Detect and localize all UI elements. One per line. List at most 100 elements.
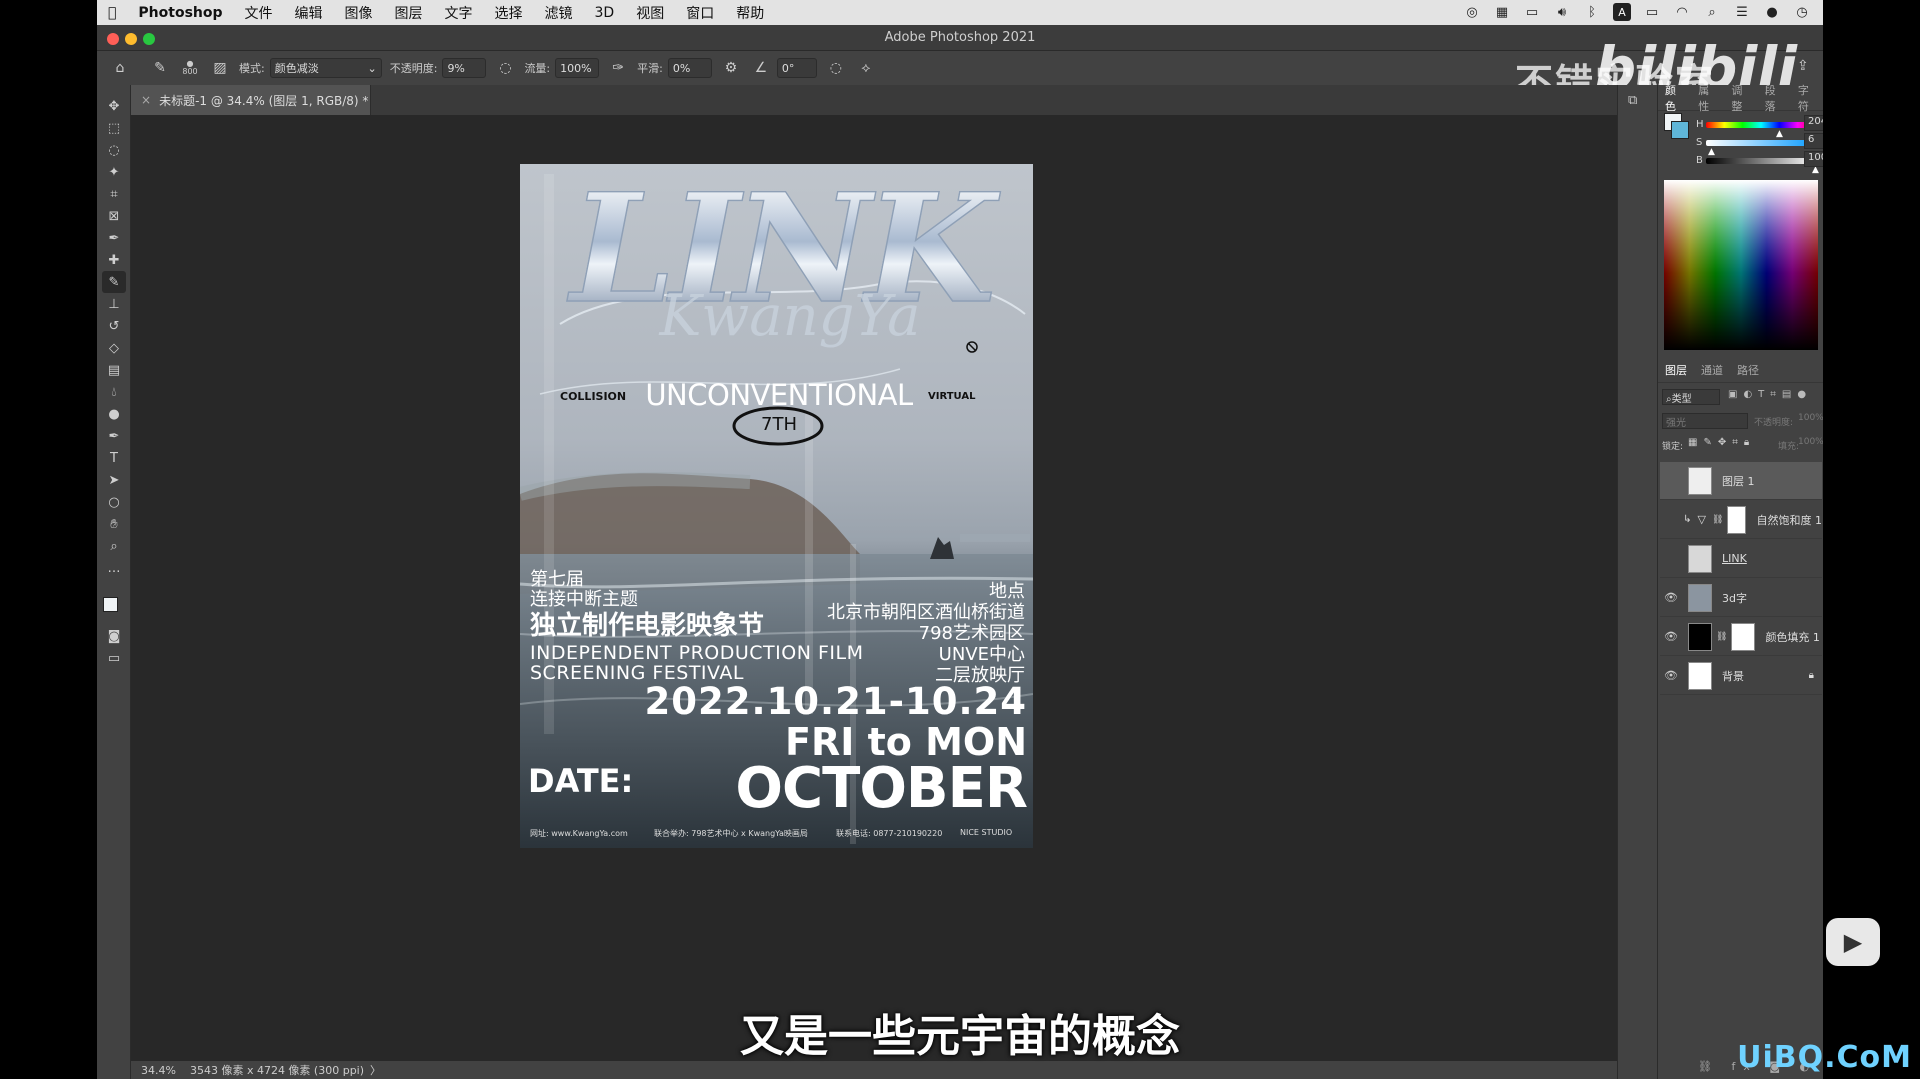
tab-adjustments[interactable]: 调整: [1724, 82, 1757, 114]
layer-opacity-field[interactable]: 100%: [1798, 413, 1823, 429]
gradient-tool-icon[interactable]: ▤: [102, 359, 126, 381]
clone-stamp-tool-icon[interactable]: ⊥: [102, 293, 126, 315]
layer-row[interactable]: 👁︎ 3d字: [1660, 579, 1822, 617]
tab-properties[interactable]: 属性: [1691, 82, 1724, 114]
tab-channels[interactable]: 通道: [1694, 362, 1730, 378]
healing-brush-tool-icon[interactable]: ✚: [102, 249, 126, 271]
home-icon[interactable]: ⌂: [109, 57, 131, 79]
menu-edit[interactable]: 编辑: [284, 3, 334, 23]
layer-blend-mode-select[interactable]: 强光: [1662, 413, 1748, 429]
airbrush-icon[interactable]: ✑: [607, 57, 629, 79]
history-panel-icon[interactable]: ⧉: [1628, 93, 1646, 111]
panel-background-swatch[interactable]: [1671, 121, 1689, 139]
eye-icon[interactable]: 👁︎: [1660, 669, 1682, 682]
menu-layer[interactable]: 图层: [384, 3, 434, 23]
lasso-tool-icon[interactable]: ◌: [102, 139, 126, 161]
angle-field[interactable]: 0°: [776, 58, 817, 78]
menu-window[interactable]: 窗口: [675, 3, 725, 23]
display-icon[interactable]: ▭: [1523, 3, 1541, 21]
menu-file[interactable]: 文件: [234, 3, 284, 23]
menu-image[interactable]: 图像: [334, 3, 384, 23]
b-value[interactable]: 100: [1804, 151, 1823, 167]
layer-name[interactable]: 图层 1: [1722, 473, 1755, 489]
fill-field[interactable]: 100%: [1798, 437, 1823, 447]
pressure-size-icon[interactable]: ◌: [825, 57, 847, 79]
flow-field[interactable]: 100%: [555, 58, 600, 78]
s-value[interactable]: 6: [1804, 133, 1823, 149]
poster-artwork[interactable]: LINK KwangYa COLLISION UNCONVENTIONAL VI…: [520, 164, 1033, 848]
layer-filter-select[interactable]: ⌕类型: [1662, 389, 1720, 405]
foreground-color-swatch[interactable]: [103, 597, 118, 612]
eraser-tool-icon[interactable]: ◇: [102, 337, 126, 359]
saturation-slider-thumb[interactable]: ▲: [1708, 147, 1715, 157]
ellipse-tool-icon[interactable]: ○: [102, 491, 126, 513]
layer-row[interactable]: 👁︎ ⛓ 颜色填充 1: [1660, 618, 1822, 656]
battery-icon[interactable]: ▭: [1643, 3, 1661, 21]
creative-cloud-icon[interactable]: ◎: [1463, 3, 1481, 21]
pen-tool-icon[interactable]: ✒: [102, 425, 126, 447]
document-tab[interactable]: × 未标题-1 @ 34.4% (图层 1, RGB/8) *: [131, 85, 371, 115]
tv-player-icon[interactable]: ▶: [1826, 918, 1880, 966]
minimize-window-button[interactable]: [125, 33, 137, 45]
blend-mode-select[interactable]: 颜色减淡 ⌄: [269, 58, 382, 78]
tab-paragraph[interactable]: 段落: [1758, 82, 1791, 114]
hand-tool-icon[interactable]: ✋︎: [102, 513, 126, 535]
brush-settings-icon[interactable]: ▨: [209, 57, 231, 79]
share-icon[interactable]: ⇪: [1797, 58, 1815, 76]
eyedropper-tool-icon[interactable]: ✒: [102, 227, 126, 249]
saturation-slider[interactable]: [1706, 140, 1816, 146]
frame-tool-icon[interactable]: ⊠: [102, 205, 126, 227]
layer-name[interactable]: 背景: [1722, 668, 1744, 684]
layer-name[interactable]: 自然饱和度 1: [1756, 512, 1822, 528]
tab-layers[interactable]: 图层: [1658, 362, 1694, 378]
magic-wand-tool-icon[interactable]: ✦: [102, 161, 126, 183]
smooth-field[interactable]: 0%: [667, 58, 712, 78]
tab-character[interactable]: 字符: [1791, 82, 1823, 114]
menu-type[interactable]: 文字: [434, 3, 484, 23]
menu-select[interactable]: 选择: [484, 3, 534, 23]
eye-icon[interactable]: 👁︎: [1660, 630, 1682, 643]
brush-size-picker[interactable]: ● 800: [179, 57, 201, 79]
zoom-tool-icon[interactable]: ⌕: [102, 535, 126, 557]
apple-icon[interactable]: : [97, 5, 127, 21]
blur-tool-icon[interactable]: 💧︎: [102, 381, 126, 403]
symmetry-icon[interactable]: ⟡: [855, 57, 877, 79]
layer-row[interactable]: LINK: [1660, 540, 1822, 578]
control-center-icon[interactable]: ☰: [1733, 3, 1751, 21]
history-brush-tool-icon[interactable]: ↺: [102, 315, 126, 337]
color-spectrum[interactable]: [1664, 180, 1818, 350]
layer-name[interactable]: 3d字: [1722, 590, 1747, 606]
time-machine-icon[interactable]: ◷: [1793, 3, 1811, 21]
eye-icon[interactable]: 👁︎: [1660, 591, 1682, 604]
zoom-window-button[interactable]: [143, 33, 155, 45]
link-icon[interactable]: ⛓: [1716, 632, 1727, 642]
layer-row[interactable]: 图层 1: [1660, 462, 1822, 500]
layer-name[interactable]: LINK: [1722, 552, 1747, 565]
move-tool-icon[interactable]: ✥: [102, 95, 126, 117]
quick-mask-icon[interactable]: ◙: [102, 625, 126, 647]
menu-filter[interactable]: 滤镜: [534, 3, 584, 23]
layer-filter-icons[interactable]: ▣◐T⌗▤●: [1728, 389, 1812, 400]
brush-tool-icon[interactable]: ✎: [102, 271, 126, 293]
input-method-icon[interactable]: A: [1613, 3, 1631, 21]
brightness-slider[interactable]: [1706, 158, 1816, 164]
path-selection-tool-icon[interactable]: ➤: [102, 469, 126, 491]
menu-3d[interactable]: 3D: [584, 5, 626, 21]
zoom-level[interactable]: 34.4%: [141, 1064, 176, 1077]
gear-icon[interactable]: ⚙: [720, 57, 742, 79]
marquee-tool-icon[interactable]: ⬚: [102, 117, 126, 139]
link-icon[interactable]: ⛓: [1712, 515, 1723, 525]
close-window-button[interactable]: [107, 33, 119, 45]
more-tools-icon[interactable]: …: [102, 557, 126, 579]
pressure-opacity-icon[interactable]: ◌: [494, 57, 516, 79]
close-icon[interactable]: ×: [141, 93, 151, 107]
hue-slider[interactable]: [1706, 122, 1816, 128]
status-menu-arrow[interactable]: 〉: [370, 1062, 381, 1078]
dodge-tool-icon[interactable]: ●: [102, 403, 126, 425]
bluetooth-icon[interactable]: ᛒ: [1583, 3, 1601, 21]
layer-row[interactable]: ↳ ▽ ⛓ 自然饱和度 1: [1660, 501, 1822, 539]
menu-view[interactable]: 视图: [625, 3, 675, 23]
opacity-field[interactable]: 9%: [442, 58, 487, 78]
h-value[interactable]: 204: [1804, 115, 1823, 131]
screen-mode-icon[interactable]: ▭: [102, 647, 126, 669]
